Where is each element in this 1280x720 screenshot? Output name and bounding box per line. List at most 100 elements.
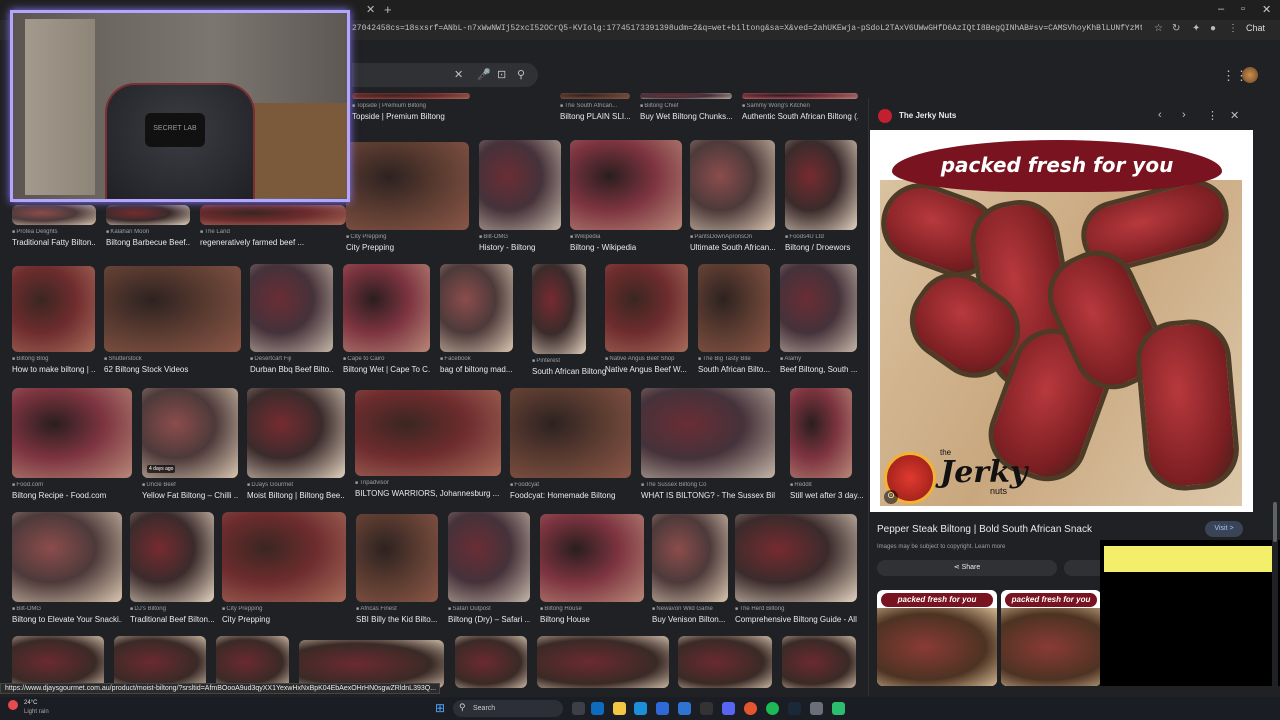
result-title[interactable]: regeneratively farmed beef ... — [200, 238, 346, 247]
result-source[interactable]: Desertcart Fiji — [250, 356, 333, 362]
result-title[interactable]: Biltong - Wikipedia — [570, 243, 682, 252]
result-source[interactable]: City Prepping — [346, 234, 469, 240]
result-image[interactable] — [640, 93, 732, 99]
result-image[interactable] — [780, 264, 857, 352]
extension-icon[interactable]: ✦ — [1192, 23, 1200, 34]
result-title[interactable]: City Prepping — [222, 615, 346, 624]
result-image[interactable] — [12, 205, 96, 225]
share-button[interactable]: ⋖ Share — [877, 560, 1057, 576]
result-title[interactable]: Buy Wet Biltong Chunks... — [640, 112, 732, 121]
copilot-icon[interactable] — [591, 702, 604, 715]
result-title[interactable]: History - Biltong — [479, 243, 561, 252]
visual-search-icon[interactable]: ⊙ — [884, 490, 898, 504]
result-source[interactable]: Kalahari Moon — [106, 229, 190, 235]
result-source[interactable]: Uncle Beef — [142, 482, 238, 488]
result-title[interactable]: Native Angus Beef W... — [605, 365, 688, 374]
scrollbar[interactable] — [1272, 90, 1278, 688]
result-source[interactable]: Foods4U Ltd — [785, 234, 865, 240]
result-image[interactable] — [346, 142, 469, 230]
url-text[interactable]: 27042458cs=18sxsrf=ANbL-n7xWwNWIj52xcI52… — [352, 24, 1142, 33]
result-image[interactable] — [782, 636, 856, 688]
result-source[interactable]: Tripadvisor — [355, 480, 501, 486]
result-image[interactable] — [570, 140, 682, 230]
result-source[interactable]: Biltong House — [540, 606, 644, 612]
result-source[interactable]: The Herd Biltong — [735, 606, 857, 612]
chat-button[interactable]: Chat — [1246, 23, 1265, 33]
result-source[interactable]: Safari Outpost — [448, 606, 530, 612]
result-image[interactable] — [12, 266, 95, 352]
result-image[interactable] — [222, 512, 346, 602]
weather-condition[interactable]: Light rain — [24, 709, 49, 715]
result-title[interactable]: bag of biltong mad... — [440, 365, 520, 374]
result-image[interactable] — [299, 640, 444, 688]
mic-icon[interactable]: 🎤 — [477, 68, 491, 81]
clear-search-icon[interactable]: ✕ — [454, 68, 463, 81]
discord-icon[interactable] — [722, 702, 735, 715]
result-source[interactable]: Protea Delights — [12, 229, 96, 235]
result-image[interactable] — [104, 266, 241, 352]
result-source[interactable]: Biltong Chief — [640, 103, 732, 109]
result-title[interactable]: Foodcyat: Homemade Biltong — [510, 491, 631, 500]
settings-icon[interactable] — [810, 702, 823, 715]
result-title[interactable]: Biltong House — [540, 615, 644, 624]
result-title[interactable]: Traditional Beef Bilton... — [130, 615, 214, 624]
result-image[interactable] — [652, 514, 728, 602]
edge-icon[interactable] — [634, 702, 647, 715]
avatar[interactable] — [1242, 67, 1258, 83]
result-title[interactable]: Biltong Recipe - Food.com — [12, 491, 132, 500]
result-image[interactable] — [785, 140, 857, 230]
search-input[interactable] — [352, 63, 538, 87]
more-options-icon[interactable]: ⋮ — [1207, 109, 1218, 122]
weather-temp[interactable]: 24°C — [24, 700, 37, 706]
result-source[interactable]: Bilt-OMG — [479, 234, 561, 240]
window-close-icon[interactable]: ✕ — [1262, 3, 1271, 16]
result-image[interactable] — [440, 264, 513, 352]
result-source[interactable]: Topside | Premium Biltong — [352, 103, 470, 109]
result-title[interactable]: Biltong to Elevate Your Snacki... — [12, 615, 122, 624]
new-tab-button[interactable]: + — [384, 2, 392, 17]
result-image[interactable] — [247, 388, 345, 478]
result-title[interactable]: Durban Bbq Beef Bilto... — [250, 365, 333, 374]
result-title[interactable]: WHAT IS BILTONG? - The Sussex Bilt... — [641, 491, 775, 500]
result-title[interactable]: Still wet after 3 day... — [790, 491, 870, 500]
result-source[interactable]: Africas Finest — [356, 606, 438, 612]
result-image[interactable] — [352, 93, 470, 99]
app-icon[interactable] — [700, 702, 713, 715]
search-icon[interactable]: ⚲ — [517, 68, 525, 81]
save-button[interactable] — [1064, 560, 1104, 576]
result-source[interactable]: Alamy — [780, 356, 860, 362]
result-title[interactable]: Biltong Wet | Cape To C... — [343, 365, 430, 374]
store-icon[interactable] — [656, 702, 669, 715]
result-image[interactable] — [735, 514, 857, 602]
steam-icon[interactable] — [788, 702, 801, 715]
prev-image-icon[interactable]: ‹ — [1158, 109, 1162, 121]
result-image[interactable] — [532, 264, 586, 354]
windows-start-icon[interactable]: ⊞ — [435, 702, 445, 715]
result-source[interactable]: Foodcyat — [510, 482, 631, 488]
result-image[interactable] — [356, 514, 438, 602]
next-image-icon[interactable]: › — [1182, 109, 1186, 121]
result-image[interactable] — [540, 514, 644, 602]
minimize-icon[interactable]: – — [1218, 3, 1224, 15]
result-image[interactable] — [343, 264, 430, 352]
taskbar-search[interactable]: Search — [453, 700, 563, 717]
related-image[interactable]: packed fresh for you — [877, 590, 997, 686]
task-view-icon[interactable] — [572, 702, 585, 715]
result-image[interactable] — [200, 205, 346, 225]
result-title[interactable]: How to make biltong | ... — [12, 365, 95, 374]
result-title[interactable]: Biltong PLAIN SLI... — [560, 112, 640, 121]
result-image[interactable] — [130, 512, 214, 602]
result-image[interactable] — [742, 93, 858, 99]
result-source[interactable]: The Sussex Biltong Co — [641, 482, 775, 488]
result-image[interactable] — [605, 264, 688, 352]
result-title[interactable]: SBI Billy the Kid Bilto... — [356, 615, 438, 624]
result-title[interactable]: Moist Biltong | Biltong Bee... — [247, 491, 345, 500]
refresh-icon[interactable]: ↻ — [1172, 23, 1180, 34]
result-source[interactable]: Sammy Wong's Kitchen — [742, 103, 858, 109]
result-title[interactable]: Comprehensive Biltong Guide - All... — [735, 615, 857, 624]
result-image[interactable] — [12, 388, 132, 478]
result-title[interactable]: Beef Biltong, South ... — [780, 365, 860, 374]
account-icon[interactable]: ● — [1210, 23, 1216, 34]
preview-site-name[interactable]: The Jerky Nuts — [899, 111, 956, 120]
result-title[interactable]: South African Bilto... — [698, 365, 778, 374]
